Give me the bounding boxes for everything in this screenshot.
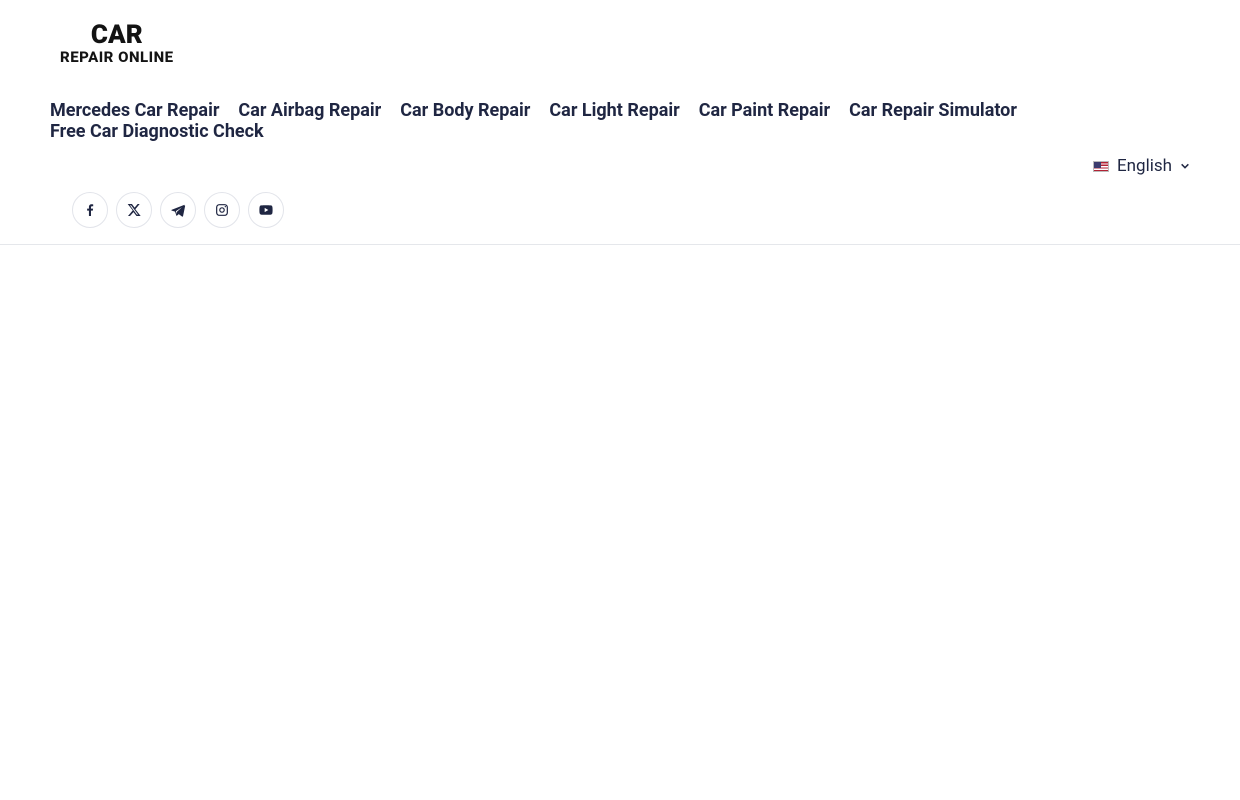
nav-mercedes-car-repair[interactable]: Mercedes Car Repair bbox=[50, 100, 219, 121]
telegram-icon bbox=[170, 202, 186, 218]
logo-line1: CAR bbox=[60, 22, 174, 48]
social-links bbox=[50, 186, 1190, 244]
logo-line2: REPAIR ONLINE bbox=[60, 50, 174, 65]
nav-car-body-repair[interactable]: Car Body Repair bbox=[400, 100, 530, 121]
nav-car-light-repair[interactable]: Car Light Repair bbox=[549, 100, 679, 121]
language-selector[interactable]: English bbox=[1093, 156, 1190, 176]
main-nav: Mercedes Car Repair Car Airbag Repair Ca… bbox=[50, 74, 1190, 142]
telegram-link[interactable] bbox=[160, 192, 196, 228]
nav-car-paint-repair[interactable]: Car Paint Repair bbox=[699, 100, 830, 121]
us-flag-icon bbox=[1093, 161, 1109, 172]
youtube-icon bbox=[258, 202, 274, 218]
x-twitter-icon bbox=[126, 202, 142, 218]
instagram-link[interactable] bbox=[204, 192, 240, 228]
language-label: English bbox=[1117, 156, 1172, 176]
x-twitter-link[interactable] bbox=[116, 192, 152, 228]
facebook-link[interactable] bbox=[72, 192, 108, 228]
site-logo[interactable]: CAR REPAIR ONLINE bbox=[60, 22, 174, 65]
youtube-link[interactable] bbox=[248, 192, 284, 228]
facebook-icon bbox=[82, 202, 98, 218]
nav-car-repair-simulator[interactable]: Car Repair Simulator bbox=[849, 100, 1017, 121]
nav-free-car-diagnostic-check[interactable]: Free Car Diagnostic Check bbox=[50, 121, 264, 142]
chevron-down-icon bbox=[1180, 161, 1190, 171]
nav-car-airbag-repair[interactable]: Car Airbag Repair bbox=[238, 100, 381, 121]
instagram-icon bbox=[214, 202, 230, 218]
